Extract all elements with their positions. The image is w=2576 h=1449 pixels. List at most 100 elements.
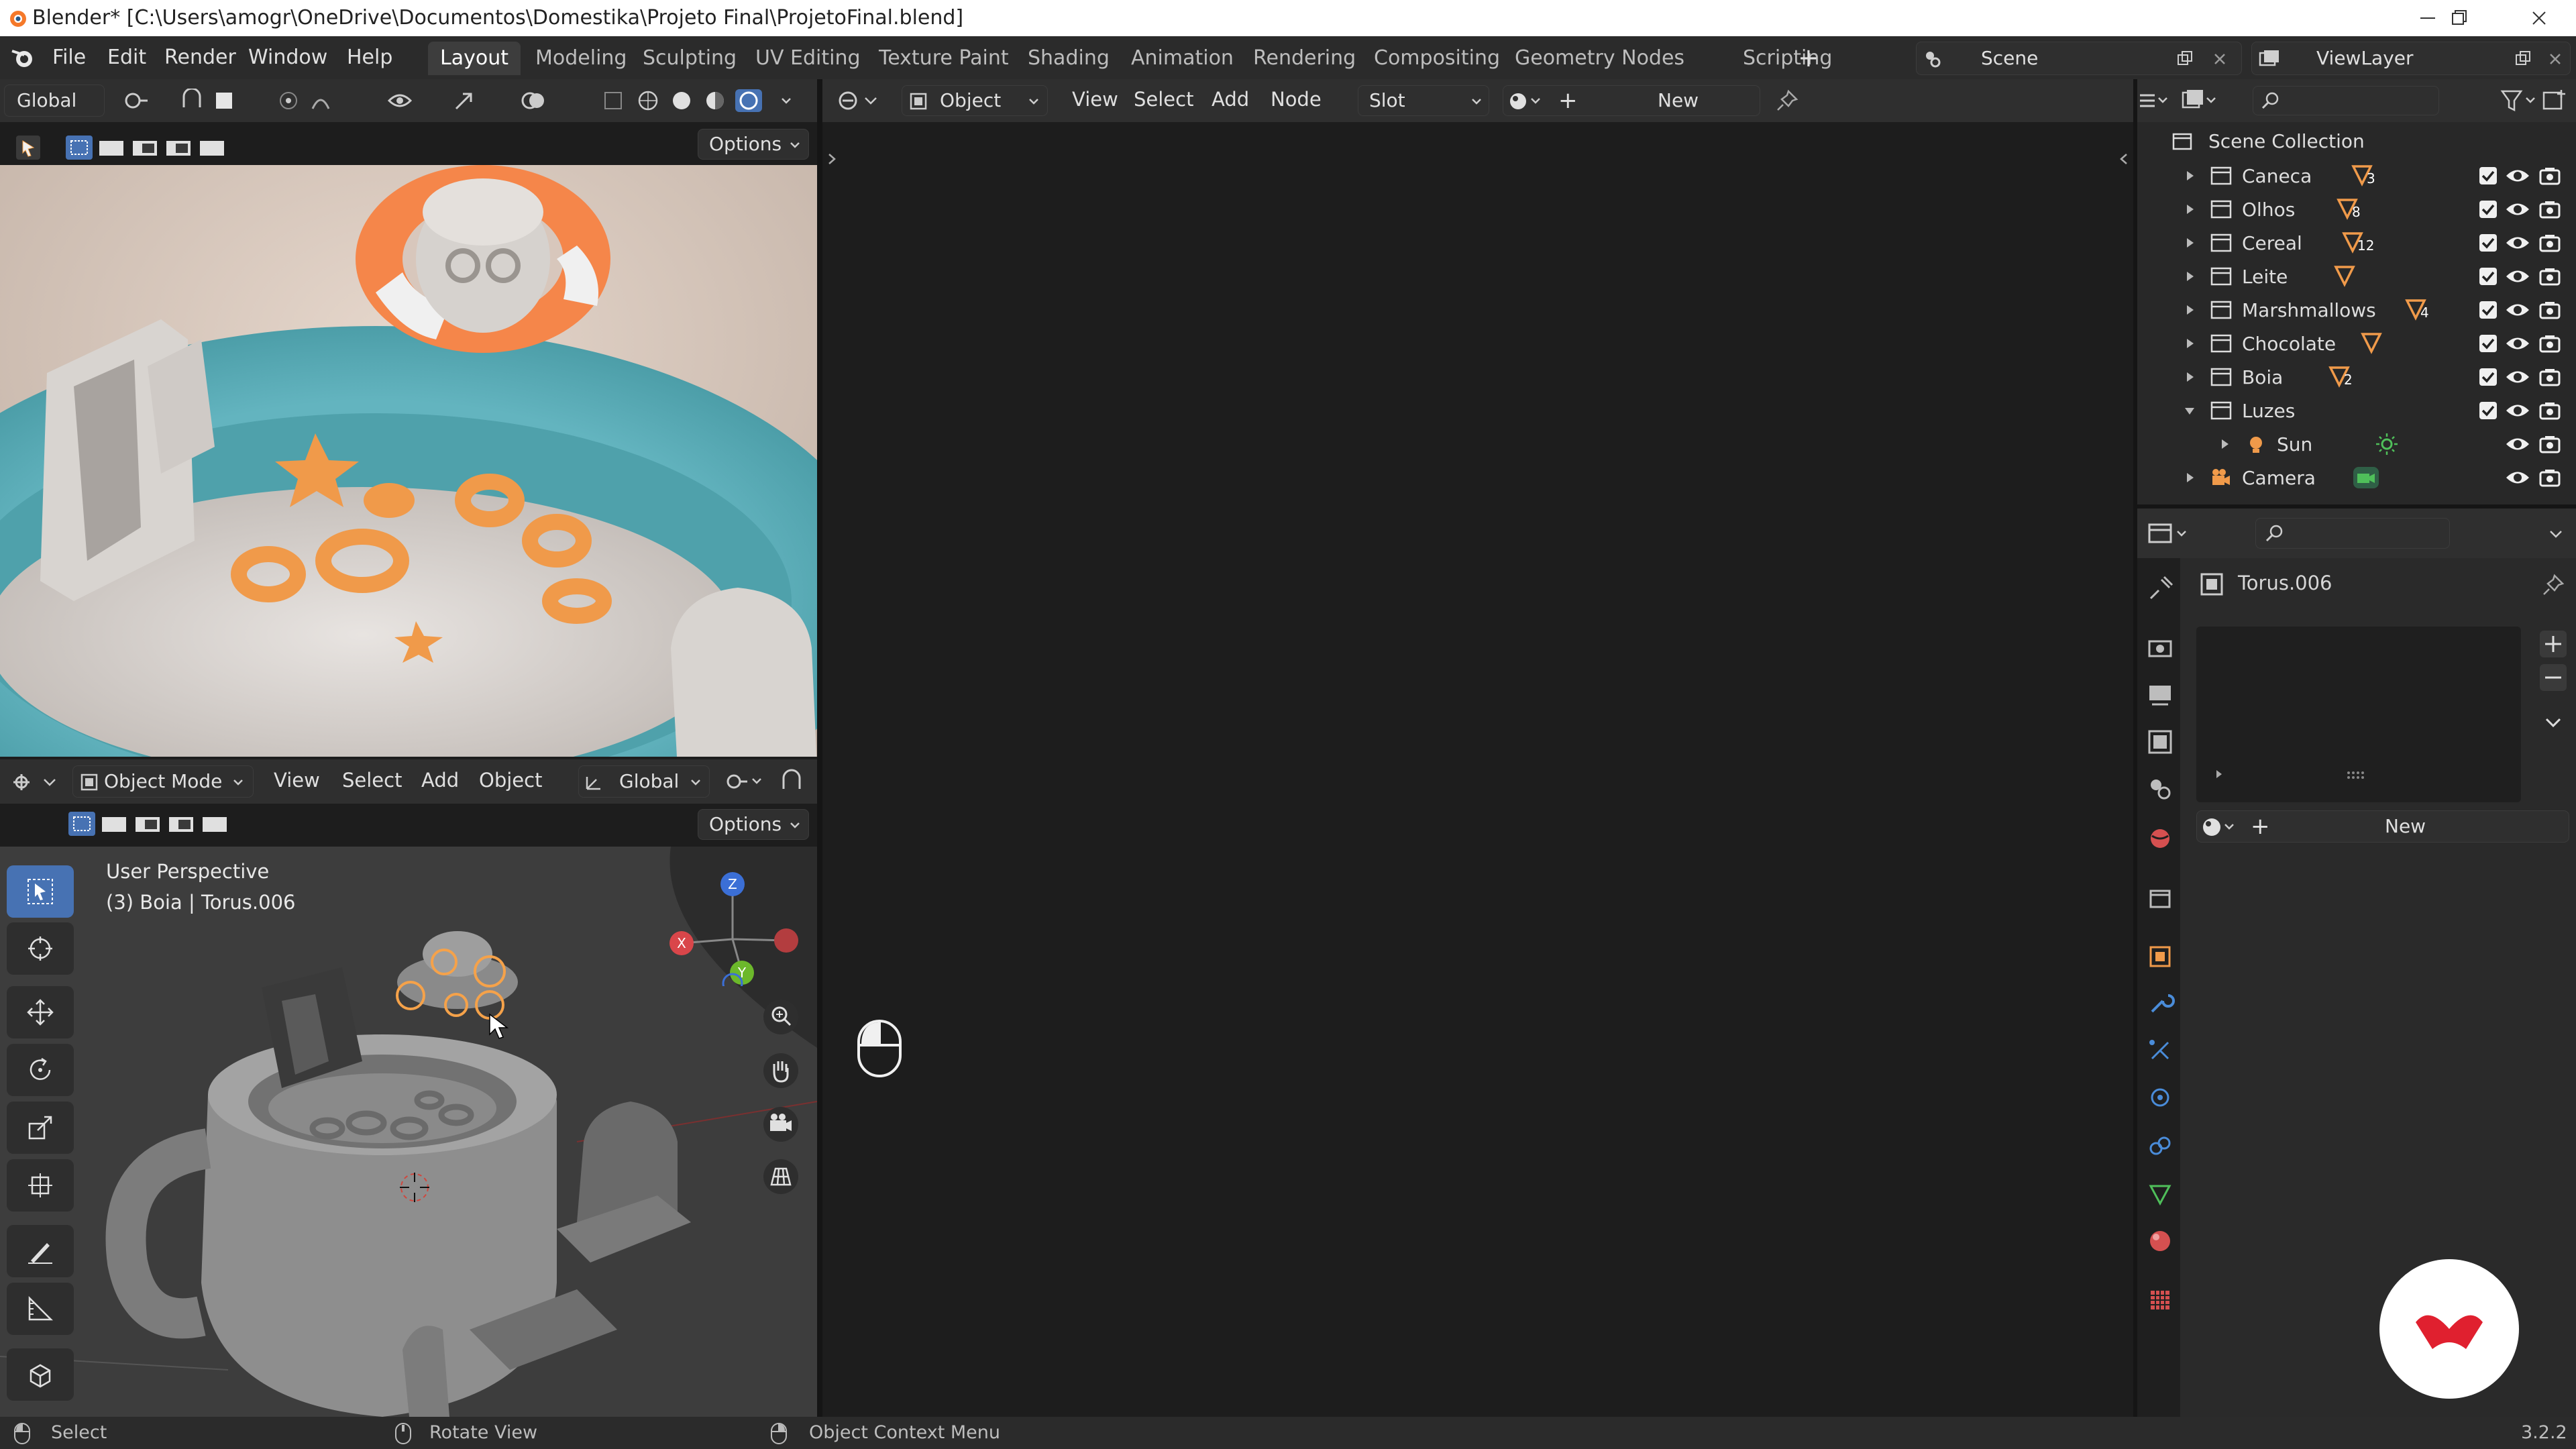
navigation-gizmo[interactable]: Z X Y [661, 865, 809, 986]
outliner-item-cereal[interactable]: Cereal 12 [2137, 227, 2567, 259]
tool-measure[interactable] [7, 1283, 74, 1335]
tool-move[interactable] [7, 986, 74, 1038]
mesh-triangle-icon[interactable] [2404, 297, 2435, 323]
tab-rendering[interactable]: Rendering [1241, 42, 1368, 75]
outliner-editor-icon[interactable] [2137, 89, 2168, 113]
snap-icon[interactable] [178, 89, 205, 113]
expanded-triangle-icon[interactable] [2183, 404, 2196, 417]
shader-editor-type-icon[interactable] [836, 89, 883, 113]
shader-menu-add[interactable]: Add [1212, 88, 1249, 111]
bottom-menu-object[interactable]: Object [479, 769, 542, 792]
render-camera-icon[interactable] [2538, 266, 2561, 286]
zoom-icon[interactable] [762, 998, 800, 1036]
visibility-eye-icon[interactable] [2505, 199, 2530, 219]
object-mode-dropdown[interactable]: Object Mode [72, 765, 254, 798]
collapsed-triangle-icon[interactable] [2183, 236, 2196, 250]
gizmo-icon[interactable] [451, 89, 491, 113]
mesh-triangle-icon[interactable] [2360, 330, 2391, 357]
visibility-eye-icon[interactable] [2505, 468, 2530, 488]
new-collection-icon[interactable] [2541, 87, 2571, 114]
selection-mode-icons[interactable] [67, 810, 228, 837]
properties-search-input[interactable] [2255, 518, 2450, 549]
orthographic-grid-icon[interactable] [762, 1158, 800, 1195]
pan-hand-icon[interactable] [762, 1052, 800, 1089]
exclude-checkbox[interactable] [2478, 166, 2498, 186]
bottom-menu-view[interactable]: View [274, 769, 320, 792]
visibility-eye-icon[interactable] [2505, 367, 2530, 387]
collapsed-triangle-icon[interactable] [2183, 471, 2196, 484]
bottom-options-dropdown[interactable]: Options [698, 809, 809, 840]
tab-shading[interactable]: Shading [1016, 42, 1122, 75]
outliner-item-leite[interactable]: Leite [2137, 260, 2567, 292]
display-mode-icon[interactable] [2180, 89, 2220, 113]
chevron-down-icon[interactable] [2548, 526, 2564, 542]
material-slot-list[interactable] [2196, 627, 2521, 802]
bottom-transform-orientation[interactable]: Global [578, 765, 710, 798]
constraints-icon[interactable] [2144, 1130, 2176, 1162]
exclude-checkbox[interactable] [2478, 300, 2498, 320]
object-data-icon[interactable] [2144, 1178, 2176, 1210]
proportional-edit-icon[interactable] [275, 89, 302, 113]
menu-edit[interactable]: Edit [107, 44, 146, 72]
tab-uv-editing[interactable]: UV Editing [743, 42, 873, 75]
duplicate-view-layer-icon[interactable] [2514, 50, 2532, 68]
render-settings-icon[interactable] [2144, 632, 2176, 664]
tab-sculpting[interactable]: Sculpting [631, 42, 749, 75]
tool-rotate[interactable] [7, 1044, 74, 1096]
tool-cursor[interactable] [7, 922, 74, 975]
outliner-item-caneca[interactable]: Caneca 3 [2137, 160, 2567, 192]
tool-select-box[interactable] [7, 865, 74, 918]
exclude-checkbox[interactable] [2478, 233, 2498, 253]
mesh-triangle-icon[interactable] [2336, 196, 2367, 223]
outliner-item-chocolate[interactable]: Chocolate [2137, 327, 2567, 360]
area-divider[interactable] [817, 79, 822, 1417]
render-camera-icon[interactable] [2538, 233, 2561, 253]
material-new-button[interactable]: New [1658, 86, 1699, 115]
add-workspace-button[interactable]: + [1798, 44, 1819, 72]
render-camera-icon[interactable] [2538, 300, 2561, 320]
visibility-eye-icon[interactable] [2505, 333, 2530, 354]
render-camera-icon[interactable] [2538, 468, 2561, 488]
outliner-scene-collection[interactable]: Scene Collection [2137, 125, 2567, 157]
texture-icon[interactable] [2144, 1284, 2176, 1316]
sun-icon[interactable] [2373, 431, 2404, 458]
selection-mode-icons[interactable] [15, 134, 254, 161]
exclude-checkbox[interactable] [2478, 400, 2498, 421]
collapsed-triangle-icon[interactable] [2183, 337, 2196, 350]
collapse-right-icon[interactable] [2117, 149, 2131, 169]
scene-settings-icon[interactable] [2144, 773, 2176, 805]
xray-icon[interactable] [601, 89, 628, 113]
view-layer-settings-icon[interactable] [2144, 726, 2176, 758]
shader-menu-select[interactable]: Select [1134, 88, 1193, 111]
shader-type-dropdown[interactable]: Object [902, 85, 1048, 116]
filter-icon[interactable] [2500, 87, 2540, 114]
render-camera-icon[interactable] [2538, 199, 2561, 219]
solid-viewport[interactable]: User Perspective (3) Boia | Torus.006 Z … [0, 847, 817, 1417]
tab-compositing[interactable]: Compositing [1362, 42, 1512, 75]
delete-scene-icon[interactable] [2212, 51, 2228, 67]
properties-editor-icon[interactable] [2147, 521, 2194, 547]
collapse-left-icon[interactable] [825, 149, 839, 169]
collapsed-triangle-icon[interactable] [2183, 303, 2196, 317]
rendered-viewport[interactable] [0, 165, 817, 757]
pivot-point-icon[interactable] [121, 89, 168, 113]
shader-menu-view[interactable]: View [1072, 88, 1118, 111]
restore-icon[interactable] [2428, 0, 2489, 36]
outliner-item-luzes[interactable]: Luzes [2137, 394, 2567, 427]
mesh-triangle-icon[interactable] [2333, 263, 2364, 290]
tool-annotate[interactable] [7, 1225, 74, 1277]
visibility-eye-icon[interactable] [2505, 266, 2530, 286]
shading-mode-icons[interactable] [635, 89, 769, 113]
visibility-icon[interactable] [386, 89, 427, 113]
menu-file[interactable]: File [52, 44, 86, 72]
material-icon[interactable] [2144, 1225, 2176, 1257]
delete-view-layer-icon[interactable] [2547, 51, 2563, 67]
modifier-wrench-icon[interactable] [2144, 987, 2176, 1020]
overlays-icon[interactable] [521, 89, 561, 113]
tab-scripting[interactable]: Scripting [1731, 42, 1844, 75]
outliner-item-boia[interactable]: Boia 2 [2137, 361, 2567, 393]
visibility-eye-icon[interactable] [2505, 434, 2530, 454]
slot-dropdown[interactable]: Slot [1358, 85, 1489, 116]
collapsed-triangle-icon[interactable] [2183, 270, 2196, 283]
resize-handle-icon[interactable] [2345, 770, 2365, 780]
